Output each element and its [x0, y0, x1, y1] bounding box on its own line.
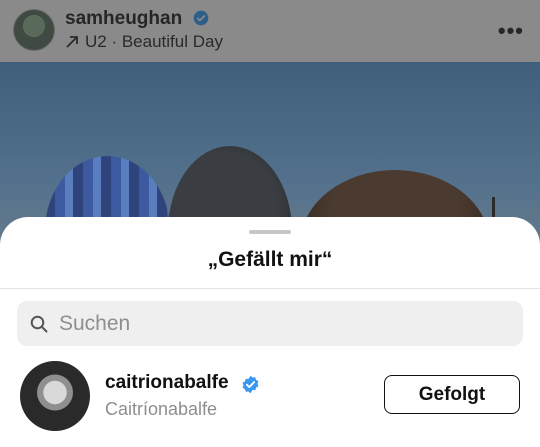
sheet-title: „Gefällt mir“ [207, 248, 333, 271]
search-icon [30, 315, 48, 332]
likes-sheet: „Gefällt mir“ caitrionabalfe Caitríonaba… [0, 217, 540, 447]
sheet-grabber-handle[interactable] [249, 230, 291, 234]
liker-display-name: Caitríonabalfe [105, 399, 218, 419]
search-input[interactable] [57, 310, 501, 337]
arrow-up-right-icon [66, 36, 78, 48]
verified-badge-icon [242, 375, 259, 394]
list-item[interactable]: caitrionabalfe Caitríonabalfe Gefolgt [0, 358, 540, 438]
post-music-label: U2 · Beautiful Day [85, 32, 223, 51]
search-bar[interactable] [17, 301, 523, 346]
post-author-avatar[interactable] [13, 9, 55, 51]
avatar[interactable] [20, 361, 90, 431]
post-music-row[interactable]: U2 · Beautiful Day [65, 32, 223, 52]
more-options-button[interactable]: ••• [498, 18, 524, 44]
post-header: samheughan U2 · Beautiful Day ••• [0, 0, 540, 62]
divider [0, 288, 540, 289]
verified-badge-icon [193, 10, 209, 26]
liker-username[interactable]: caitrionabalfe [105, 372, 229, 394]
following-button[interactable]: Gefolgt [384, 375, 520, 414]
post-author-username[interactable]: samheughan [65, 8, 182, 30]
